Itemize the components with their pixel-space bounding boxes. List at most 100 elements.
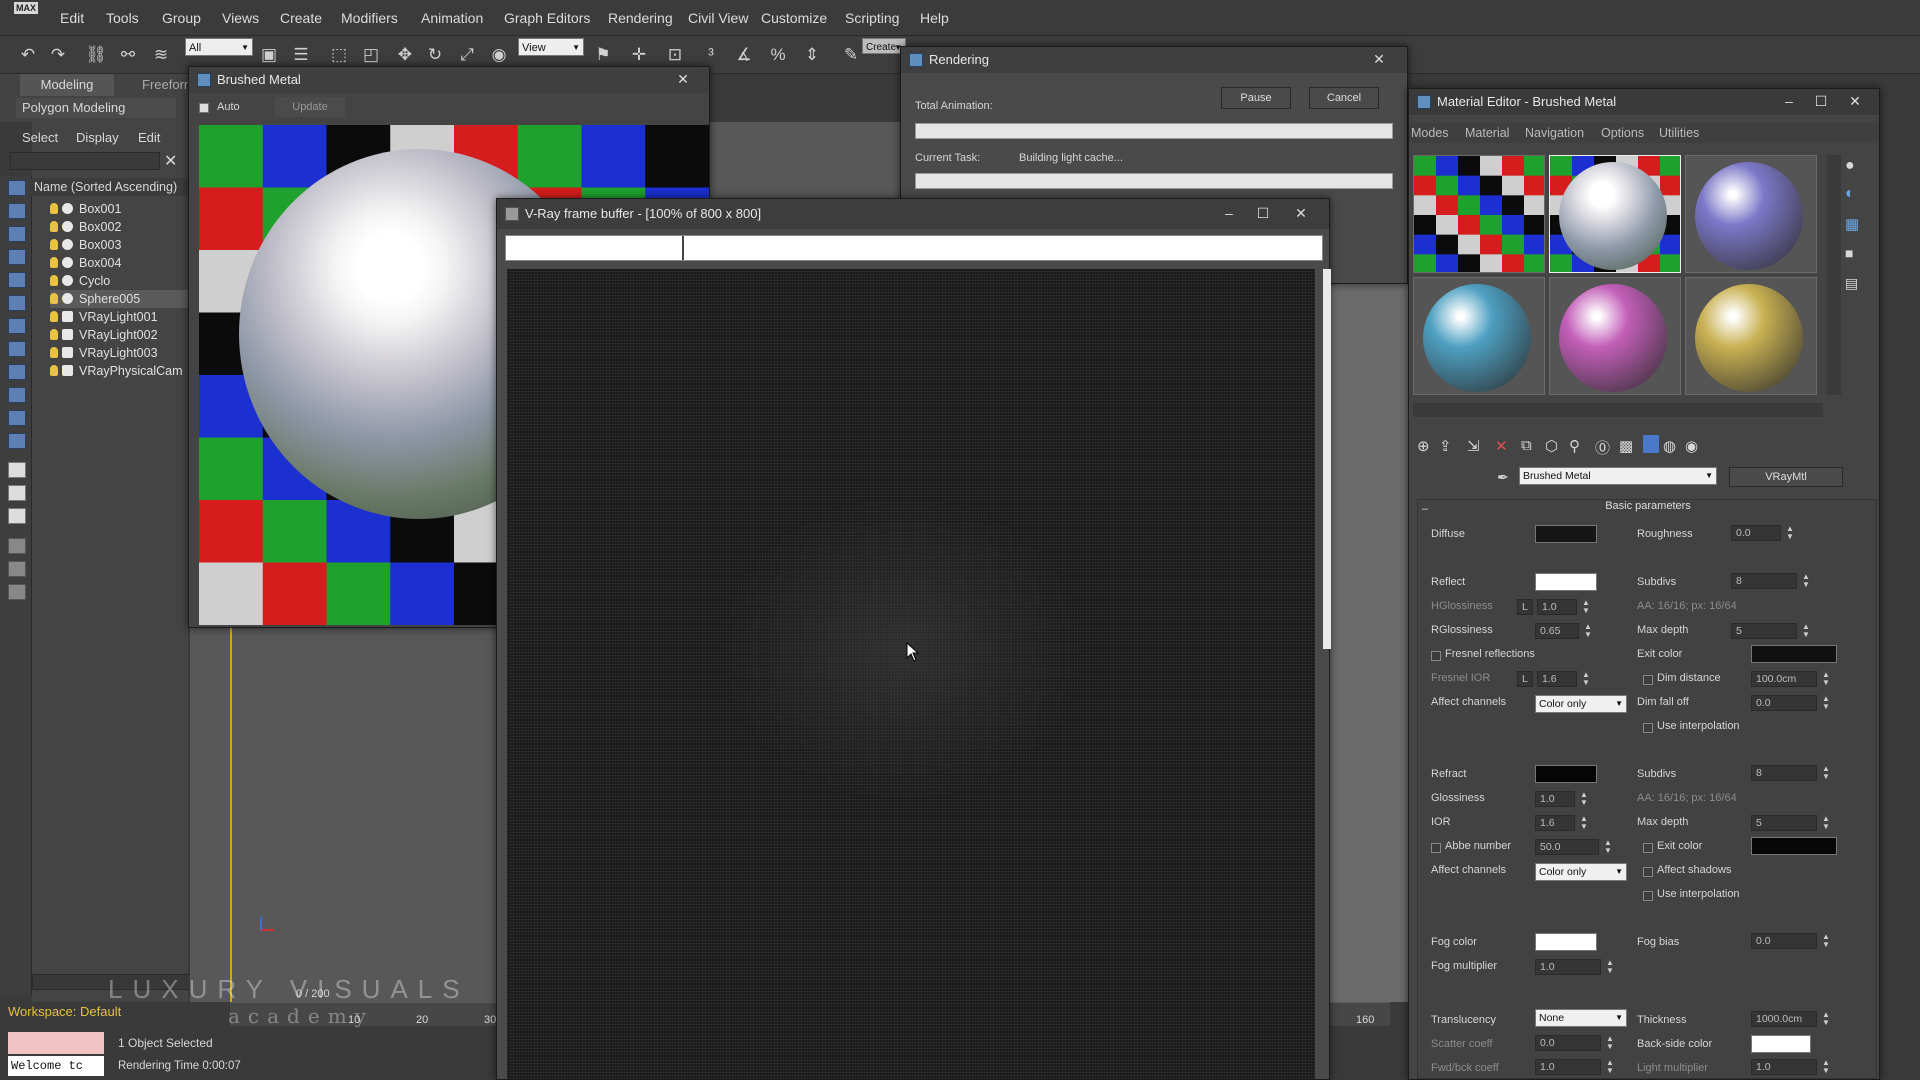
material-slot[interactable] — [1685, 155, 1817, 273]
tab-modeling[interactable]: Modeling — [20, 74, 114, 96]
keyboard-shortcut-icon[interactable]: ⊡ — [664, 44, 686, 66]
ref-coord-dropdown[interactable]: View — [518, 38, 584, 57]
select-object-icon[interactable]: ▣ — [258, 44, 280, 66]
display-containers-icon[interactable] — [8, 410, 26, 426]
param-field-hgloss_lock[interactable]: L — [1517, 599, 1533, 615]
material-slot-active[interactable] — [1549, 155, 1681, 273]
cancel-button[interactable]: Cancel — [1309, 87, 1379, 109]
material-slot[interactable] — [1549, 277, 1681, 395]
param-field-refract_subdivs[interactable]: 8 — [1751, 765, 1817, 781]
pause-button[interactable]: Pause — [1221, 87, 1291, 109]
put-to-scene-icon[interactable]: ⇪ — [1439, 437, 1452, 455]
checkbox[interactable] — [1643, 867, 1653, 877]
checkbox[interactable] — [1431, 651, 1441, 661]
spinner-icon[interactable]: ▲▼ — [1603, 839, 1613, 855]
percent-snap-icon[interactable]: % — [767, 44, 789, 66]
scene-item[interactable]: VRayPhysicalCam — [50, 362, 183, 380]
display-children-icon[interactable] — [8, 508, 26, 524]
param-field-dim_distance_val[interactable]: 100.0cm — [1751, 671, 1817, 687]
param-field-abbe_val[interactable]: 50.0 — [1535, 839, 1599, 855]
go-forward-sibling-icon[interactable]: ◉ — [1685, 437, 1698, 455]
placement-icon[interactable]: ◉ — [488, 44, 510, 66]
scene-item[interactable]: Box004 — [50, 254, 121, 272]
spinner-icon[interactable]: ▲▼ — [1785, 525, 1795, 541]
scene-tab-edit[interactable]: Edit — [138, 130, 160, 145]
menu-edit[interactable]: Edit — [60, 10, 84, 26]
scene-item[interactable]: Box003 — [50, 236, 121, 254]
close-button[interactable]: ✕ — [1281, 205, 1321, 222]
menu-graph-editors[interactable]: Graph Editors — [504, 10, 590, 26]
filter-icon[interactable] — [8, 538, 26, 554]
menu-animation[interactable]: Animation — [421, 10, 483, 26]
menu-navigation[interactable]: Navigation — [1525, 126, 1584, 140]
scene-item[interactable]: VRayLight002 — [50, 326, 158, 344]
menu-material[interactable]: Material — [1465, 126, 1509, 140]
display-cameras-icon[interactable] — [8, 272, 26, 288]
checkbox[interactable] — [1643, 723, 1653, 733]
scale-icon[interactable]: ⤢ — [456, 44, 478, 66]
window-crossing-icon[interactable]: ◰ — [360, 44, 382, 66]
light-bulb-icon[interactable] — [50, 365, 58, 376]
menu-rendering[interactable]: Rendering — [608, 10, 673, 26]
scene-item[interactable]: VRayLight001 — [50, 308, 158, 326]
vfb-channel-select[interactable] — [506, 236, 684, 260]
pivot-icon[interactable]: ⚑ — [592, 44, 614, 66]
color-swatch[interactable] — [1751, 1035, 1811, 1053]
select-manipulate-icon[interactable]: ✛ — [628, 44, 650, 66]
rect-selection-icon[interactable]: ⬚ — [328, 44, 350, 66]
menu-create[interactable]: Create — [280, 10, 322, 26]
param-field-hgloss_val[interactable]: 1.0 — [1537, 599, 1577, 615]
display-all-icon[interactable] — [8, 462, 26, 478]
param-field-roughness_val[interactable]: 0.0 — [1731, 525, 1781, 541]
color-swatch[interactable] — [1535, 933, 1597, 951]
spinner-icon[interactable]: ▲▼ — [1581, 671, 1591, 687]
color-swatch[interactable] — [1751, 837, 1837, 855]
maxscript-output[interactable]: Welcome tc — [8, 1056, 104, 1076]
spinner-icon[interactable]: ▲▼ — [1821, 815, 1831, 831]
copy-material-icon[interactable]: ⧉ — [1521, 437, 1532, 454]
snap-3d-icon[interactable]: ³ — [700, 44, 722, 66]
column-header-name[interactable]: Name (Sorted Ascending) — [30, 178, 188, 196]
get-material-icon[interactable]: ⊕ — [1417, 437, 1430, 455]
render-canvas[interactable] — [507, 269, 1315, 1079]
slots-scrollbar[interactable] — [1827, 155, 1841, 395]
spinner-icon[interactable]: ▲▼ — [1605, 1059, 1615, 1075]
show-map-icon[interactable]: ▩ — [1619, 437, 1633, 455]
spinner-icon[interactable]: ▲▼ — [1821, 1059, 1831, 1075]
param-field-rgloss_val[interactable]: 0.65 — [1535, 623, 1579, 639]
rotate-icon[interactable]: ↻ — [424, 44, 446, 66]
scene-tab-select[interactable]: Select — [22, 130, 58, 145]
param-field-dim_falloff_val[interactable]: 0.0 — [1751, 695, 1817, 711]
maxscript-listener-input[interactable] — [8, 1032, 104, 1054]
vray-frame-buffer[interactable]: V-Ray frame buffer - [100% of 800 x 800]… — [496, 198, 1331, 1080]
background-icon[interactable]: ▦ — [1845, 215, 1859, 233]
light-bulb-icon[interactable] — [50, 239, 58, 250]
menu-civil-view[interactable]: Civil View — [688, 10, 748, 26]
material-slot[interactable] — [1413, 277, 1545, 395]
menu-scripting[interactable]: Scripting — [845, 10, 899, 26]
display-shapes-icon[interactable] — [8, 226, 26, 242]
undo-icon[interactable]: ↶ — [17, 44, 39, 66]
auto-checkbox[interactable] — [199, 103, 209, 113]
spinner-icon[interactable]: ▲▼ — [1801, 623, 1811, 639]
color-swatch[interactable] — [1535, 573, 1597, 591]
eyedropper-icon[interactable]: ✒ — [1497, 469, 1509, 486]
sample-uv-icon[interactable]: ■ — [1845, 245, 1853, 261]
slots-hscrollbar[interactable] — [1413, 403, 1823, 417]
param-field-fog_mult_val[interactable]: 1.0 — [1535, 959, 1601, 975]
brushed-metal-titlebar[interactable]: Brushed Metal — [189, 67, 709, 93]
display-lights-icon[interactable] — [8, 249, 26, 265]
scene-item[interactable]: Box001 — [50, 200, 121, 218]
display-bones-icon[interactable] — [8, 387, 26, 403]
scene-search-input[interactable] — [10, 152, 160, 170]
spinner-icon[interactable]: ▲▼ — [1801, 573, 1811, 589]
menu-options[interactable]: Options — [1601, 126, 1644, 140]
video-color-check-icon[interactable]: ▤ — [1845, 275, 1858, 292]
material-editor[interactable]: Material Editor - Brushed Metal – ☐ ✕ Mo… — [1408, 88, 1880, 1080]
dropdown-color_only[interactable]: Color only — [1535, 695, 1627, 713]
spinner-icon[interactable]: ▲▼ — [1583, 623, 1593, 639]
spinner-icon[interactable]: ▲▼ — [1821, 695, 1831, 711]
scene-item[interactable]: VRayLight003 — [50, 344, 158, 362]
scene-item[interactable]: Box002 — [50, 218, 121, 236]
light-bulb-icon[interactable] — [50, 257, 58, 268]
